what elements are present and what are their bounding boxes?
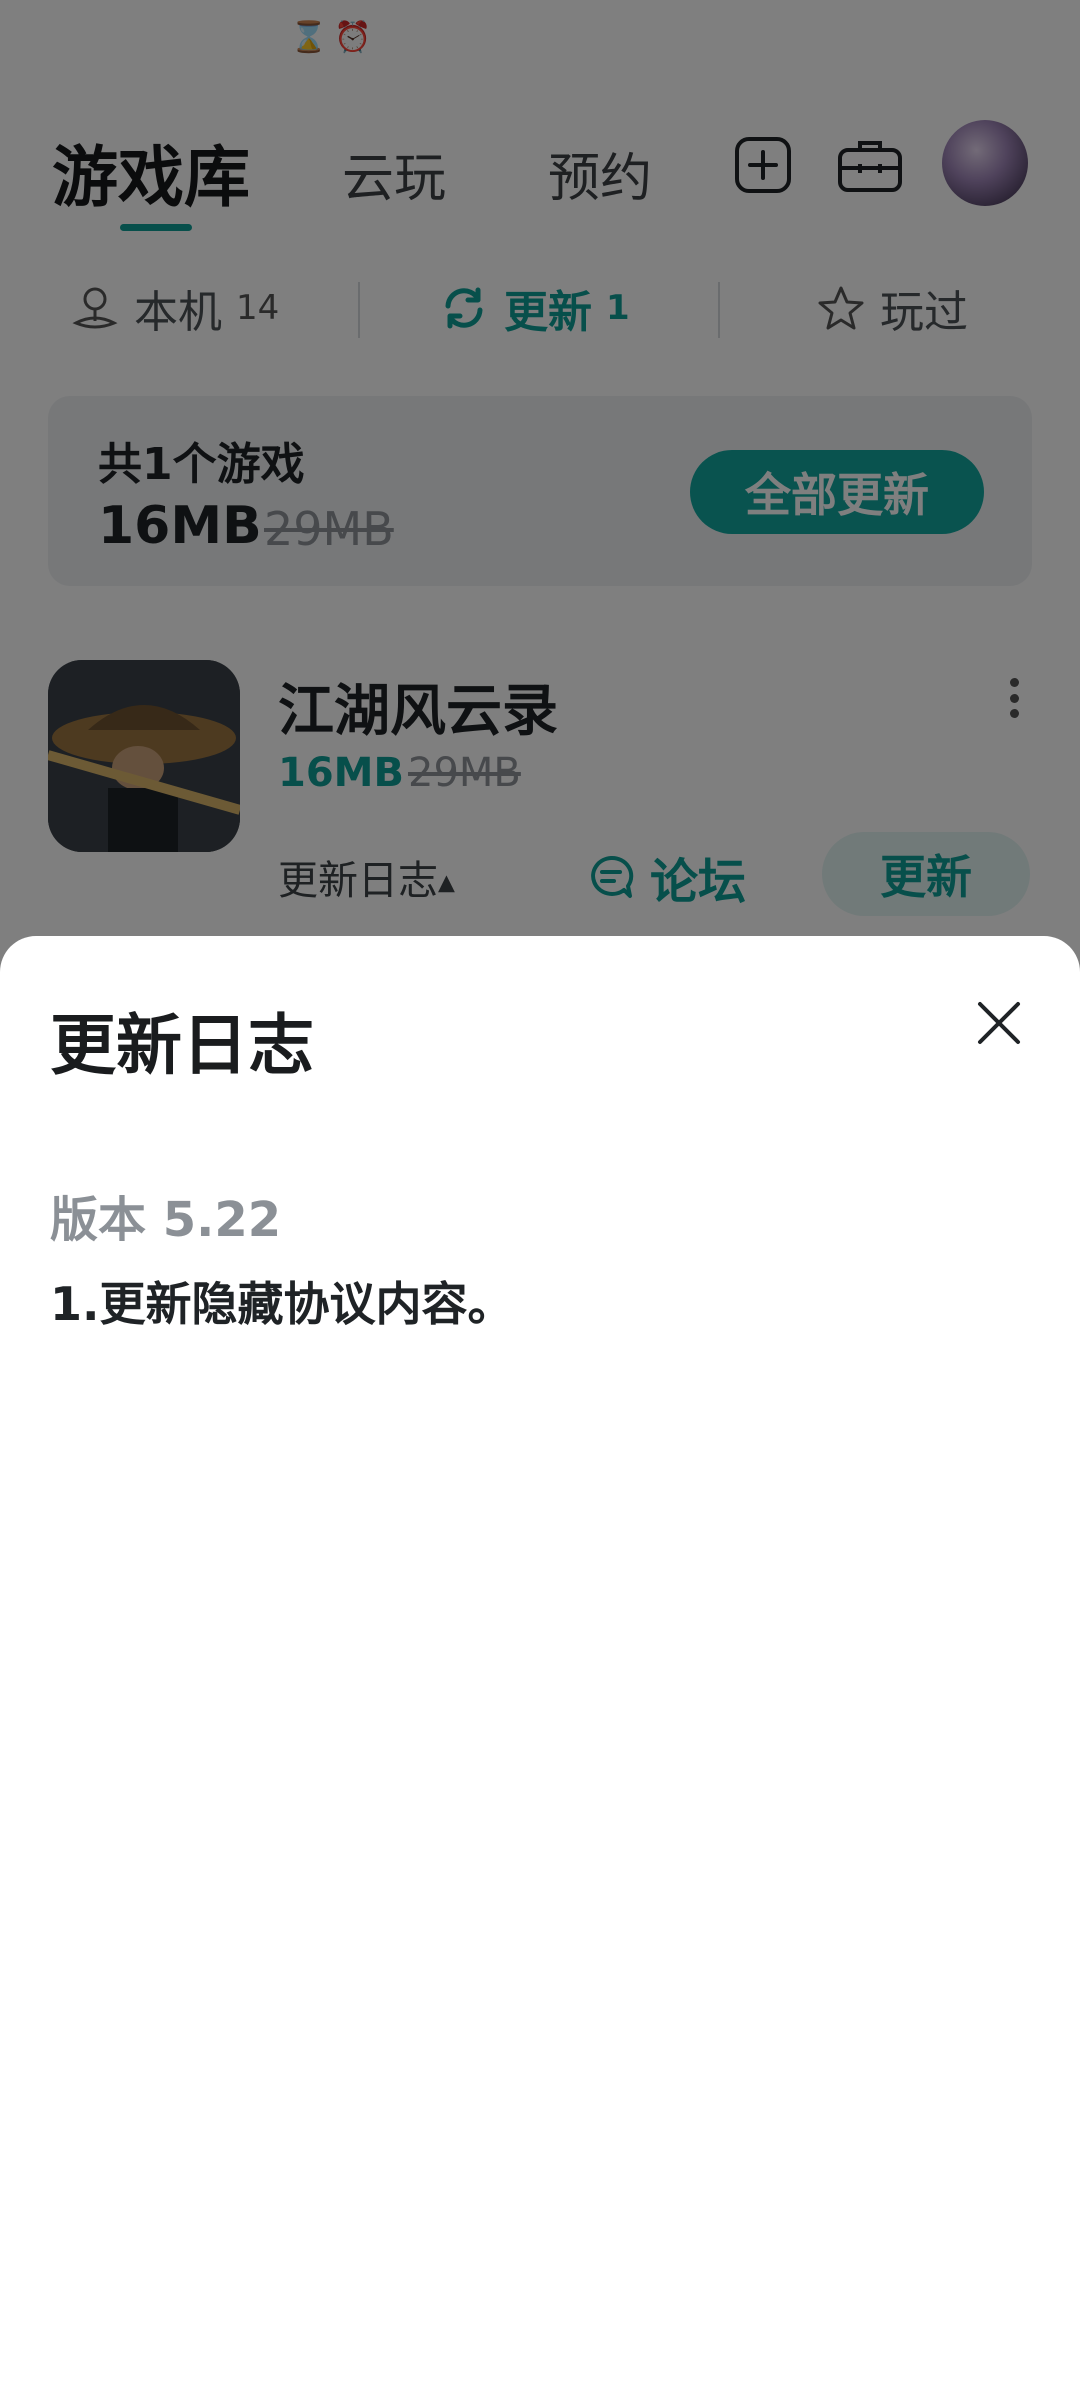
changelog-sheet: 更新日志 版本 5.22 1.更新隐藏协议内容。 [0, 936, 1080, 2400]
version-label: 版本 5.22 [50, 1192, 282, 1248]
sheet-title: 更新日志 [50, 1007, 314, 1084]
close-icon[interactable] [968, 992, 1030, 1054]
changelog-text: 1.更新隐藏协议内容。 [50, 1277, 514, 1331]
